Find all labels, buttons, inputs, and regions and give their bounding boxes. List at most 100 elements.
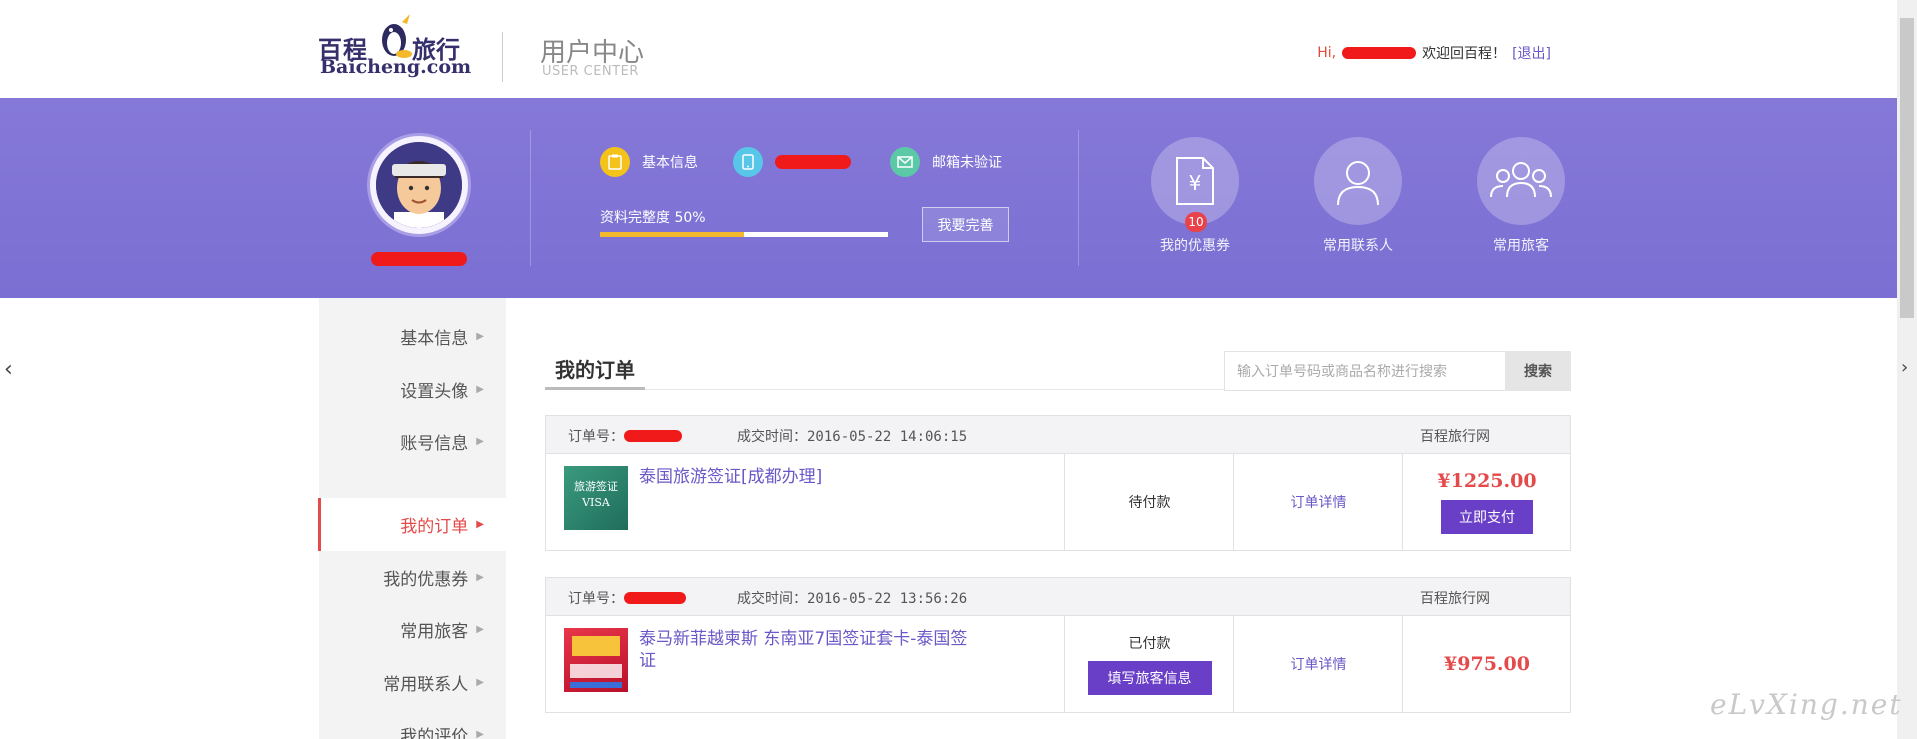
sidebar-item-avatar[interactable]: 设置头像 ▶ [319,363,506,416]
logo-en: Baicheng.com [320,56,472,78]
greeting-welcome: 欢迎回百程！ [1422,46,1507,62]
product-name-link[interactable]: 泰国旅游签证[成都办理] [639,466,979,488]
chevron-right-icon: ▶ [476,729,484,739]
header-divider [502,32,503,82]
thumb-graphic [570,664,622,678]
quick-link-coupons[interactable]: ¥ 10 我的优惠券 [1135,137,1255,255]
watermark: eLvXing.net [1710,688,1903,721]
redacted-nickname [371,252,467,266]
sidebar-item-reviews[interactable]: 我的评价 ▶ [319,708,506,739]
order-body: 旅游签证 VISA 泰国旅游签证[成都办理] 待付款 订单详情 ¥1225.00… [546,454,1570,550]
order-status: 待付款 [1128,495,1171,511]
clipboard-icon [600,147,630,177]
profile-banner [0,98,1897,298]
sidebar-item-label: 常用联系人 [383,675,469,695]
logout-link[interactable]: [退出] [1512,43,1551,63]
quick-link-label: 我的优惠券 [1160,238,1230,254]
greeting-hi: Hi, [1317,45,1337,61]
chevron-right-icon: ▶ [476,436,484,447]
banner-divider [1078,130,1079,266]
order-detail-cell: 订单详情 [1233,454,1403,550]
svg-text:¥: ¥ [1189,171,1202,195]
product-name-link[interactable]: 泰马新菲越柬斯 东南亚7国签证套卡-泰国签证 [639,628,969,672]
redacted-order-number [624,430,682,442]
thumb-graphic [570,682,622,688]
deal-time: 成交时间：2016-05-22 13:56:26 [737,591,968,607]
completion-bar [600,232,888,237]
sidebar-item-orders[interactable]: 我的订单 ▶ [318,498,506,551]
travelers-icon [1490,162,1552,198]
email-item[interactable]: 邮箱未验证 [890,147,1002,177]
coupon-circle: ¥ 10 [1151,137,1239,232]
sidebar-item-label: 账号信息 [400,434,469,454]
coupon-count-badge: 10 [1185,212,1207,232]
redacted-username [1342,47,1417,59]
phone-icon [733,147,763,177]
order-price: ¥1225.00 [1437,470,1537,492]
baicheng-logo[interactable]: 百程 旅行 Baicheng.com [318,8,472,84]
top-header: 百程 旅行 Baicheng.com 用户中心 USER CENTER Hi, … [0,0,1897,98]
chevron-right-icon: ▶ [476,677,484,688]
sidebar-item-account[interactable]: 账号信息 ▶ [319,415,506,468]
completion-bar-fill [600,232,744,237]
avatar[interactable] [367,133,471,237]
order-detail-link[interactable]: 订单详情 [1291,654,1347,674]
chevron-right-icon: ▶ [476,624,484,635]
order-price: ¥975.00 [1444,653,1530,675]
order-number: 订单号： [568,588,686,608]
avatar-image [376,142,462,228]
order-number-label: 订单号： [568,429,624,445]
sidebar-nav: 基本信息 ▶ 设置头像 ▶ 账号信息 ▶ 我的订单 ▶ 我的优惠券 ▶ 常用旅客 ▶ 常用联… [318,298,506,739]
product-thumbnail[interactable]: 旅游签证 VISA [564,466,628,530]
shop-name: 百程旅行网 [1420,591,1490,607]
product-thumbnail[interactable] [564,628,628,692]
shop-name: 百程旅行网 [1420,429,1490,445]
fill-traveler-info-button[interactable]: 填写旅客信息 [1087,661,1212,695]
quick-link-contacts[interactable]: 常用联系人 [1298,137,1418,255]
greeting: Hi, 欢迎回百程！ [退出] [1317,43,1551,63]
order-status-cell: 待付款 [1064,454,1234,550]
sidebar-item-label: 设置头像 [400,382,469,402]
quick-link-label: 常用联系人 [1323,238,1393,254]
phone-item[interactable] [733,147,851,177]
chevron-right-icon[interactable]: › [1901,357,1908,378]
order-status-cell: 已付款 填写旅客信息 [1064,616,1234,712]
contact-icon [1337,161,1379,206]
thumb-graphic [572,636,620,656]
sidebar-item-label: 我的评价 [400,727,469,739]
order-number-label: 订单号： [568,591,624,607]
sidebar-item-label: 基本信息 [400,329,469,349]
basic-info-label: 基本信息 [642,155,698,171]
sidebar-item-basic-info[interactable]: 基本信息 ▶ [319,310,506,363]
quick-link-travelers[interactable]: 常用旅客 [1461,137,1581,255]
title-underline [545,387,645,390]
scrollbar-thumb[interactable] [1900,18,1914,318]
sidebar-item-label: 常用旅客 [400,622,469,642]
sidebar-item-contacts[interactable]: 常用联系人 ▶ [319,656,506,709]
order-detail-cell: 订单详情 [1233,616,1403,712]
order-search-input[interactable]: 输入订单号码或商品名称进行搜索 [1224,351,1506,391]
order-card: 订单号： 成交时间：2016-05-22 14:06:15 百程旅行网 旅游签证… [545,415,1571,551]
chevron-left-icon[interactable]: ‹ [4,357,13,382]
order-status: 已付款 [1128,636,1171,652]
scrollbar[interactable]: › [1897,0,1917,739]
sidebar-item-travelers[interactable]: 常用旅客 ▶ [319,603,506,656]
sidebar-item-coupons[interactable]: 我的优惠券 ▶ [319,551,506,604]
chevron-right-icon: ▶ [476,572,484,583]
pay-now-button[interactable]: 立即支付 [1441,500,1533,534]
contact-circle [1314,137,1402,225]
search-button[interactable]: 搜索 [1505,351,1571,391]
basic-info-item[interactable]: 基本信息 [600,147,698,177]
order-detail-link[interactable]: 订单详情 [1291,492,1347,512]
order-header: 订单号： 成交时间：2016-05-22 13:56:26 百程旅行网 [546,578,1570,616]
order-price-cell: ¥975.00 [1402,616,1571,712]
thumb-title: 旅游签证 [574,480,618,493]
chevron-right-icon: ▶ [476,331,484,342]
complete-profile-button[interactable]: 我要完善 [922,207,1009,242]
sidebar-item-label: 我的优惠券 [383,570,469,590]
order-card: 订单号： 成交时间：2016-05-22 13:56:26 百程旅行网 泰马新菲… [545,577,1571,713]
chevron-right-icon: ▶ [476,519,484,530]
completion-label: 资料完整度 50% [600,210,706,226]
banner-divider [530,130,531,266]
sidebar-item-label: 我的订单 [400,517,469,537]
